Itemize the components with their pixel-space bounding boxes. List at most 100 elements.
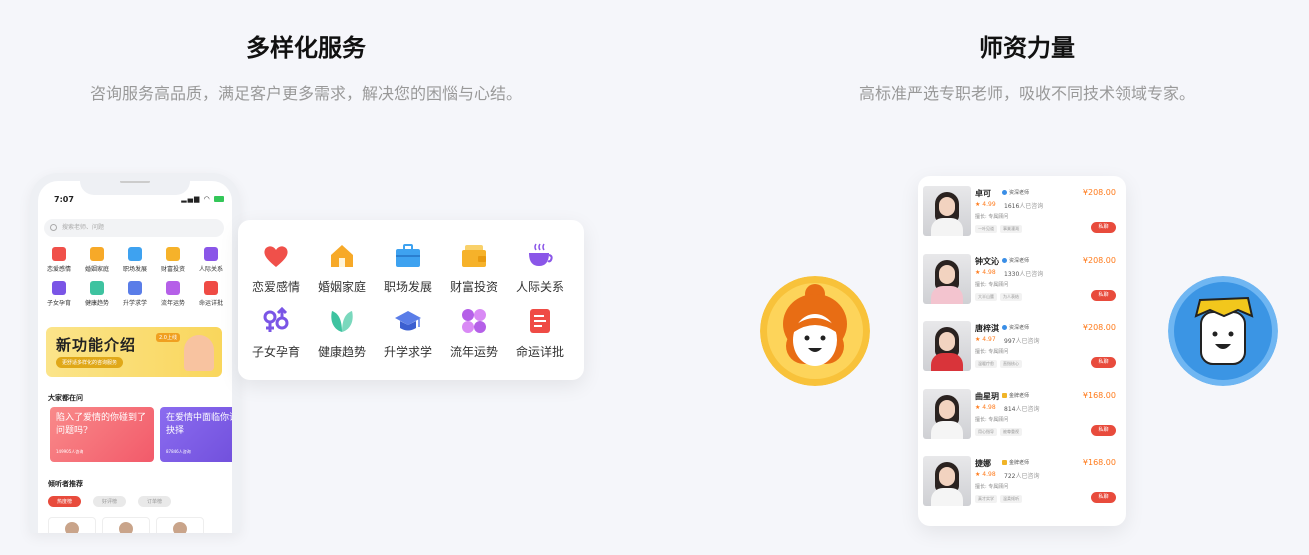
badge-icon: [1002, 257, 1007, 263]
status-icons: ▂▄▆ ◠: [181, 195, 224, 203]
teacher-consult-count: 814人已咨询: [1004, 405, 1040, 413]
new-feature-banner[interactable]: 新功能介绍 2.0上线 更舒适多样化的咨询服务: [46, 327, 222, 377]
tab-rating[interactable]: 好评榜: [93, 496, 127, 507]
phone-category-item[interactable]: 恋爱感情: [40, 247, 78, 273]
avatar: [173, 522, 187, 533]
service-label: 命运详批: [515, 345, 564, 359]
teacher-rating: ★ 4.98: [975, 471, 996, 478]
listener-card[interactable]: [156, 517, 204, 533]
services-card: 恋爱感情 婚姻家庭 职场发展 财富投资 人际关系子女孕育 健康趋势 升学求学 流年运势 命运详批: [238, 220, 584, 380]
category-icon: [90, 281, 104, 295]
teacher-tag: 为人表结: [1000, 292, 1022, 301]
teacher-row[interactable]: 曲星玥 金牌老师 ★ 4.98 814人已咨询 擅长: 专属顾问 用心指导 被尊…: [918, 381, 1126, 448]
teacher-row[interactable]: 卓可 资深老师 ★ 4.99 1616人已咨询 擅长: 专属顾问 一叶见道 事業…: [918, 178, 1126, 245]
question-card[interactable]: 陷入了爱情的你碰到了问题吗? 149905人咨询: [50, 407, 154, 462]
teacher-tag: 温暖疗愈: [975, 360, 997, 368]
teacher-tag: 事業灌溉: [1000, 225, 1022, 233]
category-label: 升学求学: [122, 300, 147, 307]
teacher-tags: 真才实学 温柔倾听: [975, 495, 1022, 503]
phone-category-item[interactable]: 流年运势: [154, 281, 192, 307]
badge-icon: [1002, 392, 1007, 398]
teacher-rating: ★ 4.98: [975, 268, 996, 276]
category-label: 职场发展: [122, 266, 147, 273]
service-item[interactable]: 命运详批: [508, 307, 572, 360]
teacher-consult-count: 997人已咨询: [1004, 338, 1040, 345]
services-title: 多样化服务: [246, 34, 366, 62]
teacher-badge: 资深老师: [1002, 257, 1029, 264]
phone-category-item[interactable]: 子女孕育: [40, 281, 78, 307]
teacher-badge: 资深老师: [1002, 189, 1029, 196]
clover-icon: [460, 307, 488, 335]
teacher-skill: 擅长: 专属顾问: [975, 484, 1009, 490]
phone-category-item[interactable]: 命运详批: [192, 281, 230, 307]
service-item[interactable]: 婚姻家庭: [310, 242, 374, 295]
service-item[interactable]: 升学求学: [376, 307, 440, 360]
question-card-meta: 87846人咨询: [166, 449, 191, 454]
private-chat-button[interactable]: 私聊: [1091, 424, 1116, 436]
teachers-title: 师资力量: [979, 34, 1075, 62]
banner-subtitle: 更舒适多样化的咨询服务: [56, 357, 124, 368]
services-subtitle: 咨询服务高品质，满足客户更多需求，解决您的困惱与心结。: [89, 84, 522, 103]
teacher-row[interactable]: 捷娜 金牌老师 ★ 4.98 722人已咨询 擅长: 专属顾问 真才实学 温柔倾…: [918, 448, 1126, 515]
teacher-row[interactable]: 钟文沁 资深老师 ★ 4.98 1330人已咨询 擅长: 专属顾问 大半山腰 为…: [918, 246, 1126, 313]
teacher-rating: ★ 4.98: [975, 403, 996, 411]
teacher-name: 钟文沁: [975, 256, 999, 266]
teacher-price: ¥168.00: [1082, 458, 1116, 467]
teacher-photo: [923, 186, 971, 236]
service-label: 婚姻家庭: [317, 280, 366, 294]
phone-category-item[interactable]: 健康趋势: [78, 281, 116, 307]
service-item[interactable]: 流年运势: [442, 307, 506, 360]
teacher-tags: 一叶见道 事業灌溉: [975, 225, 1022, 233]
heart-icon: [262, 242, 290, 270]
service-item[interactable]: 健康趋势: [310, 307, 374, 360]
service-item[interactable]: 财富投资: [442, 242, 506, 295]
phone-category-item[interactable]: 升学求学: [116, 281, 154, 307]
question-card[interactable]: 在爱情中面临你该如何抉择 87846人咨询: [160, 407, 239, 462]
teacher-tag: 一叶见道: [975, 225, 997, 233]
teacher-name: 捷娜: [975, 459, 991, 468]
gender-icon: [262, 307, 290, 335]
question-card-meta: 149905人咨询: [56, 449, 84, 454]
teacher-tag: 真才实学: [975, 495, 997, 503]
teacher-rating: ★ 4.99: [975, 201, 996, 208]
badge-icon: [1002, 190, 1007, 195]
document-icon: [526, 307, 554, 335]
phone-search-input[interactable]: 搜索老师、问题: [44, 219, 224, 237]
category-label: 命运详批: [198, 300, 223, 307]
questions-heading: 大家都在问: [48, 394, 83, 402]
private-chat-button[interactable]: 私聊: [1091, 222, 1116, 233]
service-item[interactable]: 恋爱感情: [244, 242, 308, 295]
category-icon: [128, 247, 142, 261]
service-item[interactable]: 职场发展: [376, 242, 440, 295]
teacher-photo: [923, 321, 971, 371]
house-icon: [328, 242, 356, 270]
question-card-text: 在爱情中面临你该如何抉择: [166, 413, 239, 436]
avatar: [65, 522, 79, 533]
private-chat-button[interactable]: 私聊: [1091, 492, 1116, 503]
category-label: 婚姻家庭: [84, 266, 109, 273]
service-label: 子女孕育: [251, 345, 300, 359]
service-label: 恋爱感情: [251, 280, 300, 294]
graduation-cap-icon: [394, 307, 422, 335]
phone-category-item[interactable]: 人际关系: [192, 247, 230, 273]
category-icon: [204, 281, 218, 295]
phone-category-item[interactable]: 财富投资: [154, 247, 192, 273]
teacher-row[interactable]: 唐梓淇 资深老师 ★ 4.97 997人已咨询 擅长: 专属顾问 温暖疗愈 直指…: [918, 313, 1126, 380]
phone-category-item[interactable]: 职场发展: [116, 247, 154, 273]
tab-hot[interactable]: 热度榜: [48, 496, 82, 507]
leaf-icon: [328, 307, 356, 335]
tab-orders[interactable]: 订单榜: [138, 496, 172, 507]
private-chat-button[interactable]: 私聊: [1091, 357, 1116, 368]
phone-mockup: 7:07 ▂▄▆ ◠ 搜索老师、问题 恋爱感情 婚姻家庭 职场发展 财富投资 人际关系子…: [30, 173, 240, 533]
teacher-tags: 温暖疗愈 直指核心: [975, 360, 1022, 368]
phone-category-item[interactable]: 婚姻家庭: [78, 247, 116, 273]
private-chat-button[interactable]: 私聊: [1091, 289, 1116, 301]
teacher-tags: 大半山腰 为人表结: [975, 292, 1022, 301]
cup-icon: [526, 242, 554, 270]
listener-card[interactable]: [48, 517, 96, 533]
listener-card[interactable]: [102, 517, 150, 533]
service-item[interactable]: 人际关系: [508, 242, 572, 295]
category-label: 健康趋势: [84, 300, 109, 307]
service-item[interactable]: 子女孕育: [244, 307, 308, 360]
teacher-skill: 擅长: 专属顾问: [975, 349, 1009, 355]
